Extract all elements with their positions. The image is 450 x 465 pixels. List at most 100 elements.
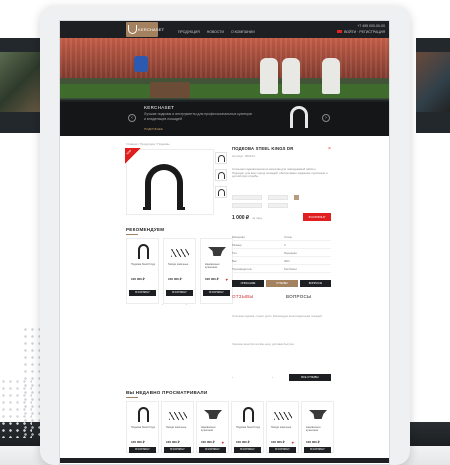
card-price: 100 000 ₽ bbox=[271, 440, 285, 444]
option-select[interactable] bbox=[268, 203, 288, 208]
recommended-title: РЕКОМЕНДУЕМ bbox=[126, 227, 164, 235]
hero-crowd-photo bbox=[60, 38, 389, 78]
product-card[interactable]: Подкова Steel Kings 100 000 ₽ bbox=[231, 401, 264, 453]
product-price: 1 000 ₽ за пару bbox=[232, 215, 263, 221]
price-note: за пару bbox=[252, 216, 263, 220]
browser-screen: KERCHASET ПРОДУКЦИЯ НОВОСТИ О КОМПАНИИ +… bbox=[59, 20, 390, 465]
site-footer bbox=[60, 458, 389, 463]
add-to-cart-button[interactable]: В КОРЗИНУ bbox=[269, 447, 296, 453]
close-icon[interactable]: × bbox=[328, 146, 331, 152]
thumbnail[interactable] bbox=[215, 169, 227, 181]
cart-badge-icon[interactable] bbox=[337, 30, 343, 33]
horseshoe-icon bbox=[218, 155, 225, 162]
header-contacts: +7 495 000-00-00 ВОЙТИ · РЕГИСТРАЦИЯ bbox=[335, 23, 385, 35]
card-price: 100 000 ₽ bbox=[131, 277, 145, 281]
hero-carriage bbox=[150, 82, 190, 98]
product-options bbox=[232, 195, 329, 211]
card-name: Наковальня кузнечная bbox=[205, 263, 220, 270]
tab-questions[interactable]: ВОПРОСЫ bbox=[300, 280, 331, 287]
tab-reviews[interactable]: ОТЗЫВЫ bbox=[266, 280, 298, 287]
background-slide-left bbox=[0, 38, 44, 133]
hero-next-arrow-icon[interactable]: › bbox=[322, 114, 330, 122]
hero-more-link[interactable]: ПОДРОБНЕЕ bbox=[144, 127, 163, 131]
spec-row: Вес 300 г bbox=[232, 257, 331, 265]
horseshoe-logo-icon bbox=[128, 25, 137, 34]
product-card[interactable]: Гвозди ковочные 100 000 ₽ bbox=[161, 401, 194, 453]
card-name: Гвозди ковочные bbox=[166, 426, 187, 429]
nails-icon bbox=[171, 249, 189, 257]
add-to-cart-button[interactable]: В КОРЗИНУ bbox=[303, 213, 331, 221]
scroll-to-top-icon[interactable]: ⌃ bbox=[328, 451, 332, 457]
breadcrumb[interactable]: Главная / Продукция / Подковы bbox=[126, 142, 170, 146]
login-link[interactable]: ВОЙТИ · РЕГИСТРАЦИЯ bbox=[344, 30, 385, 34]
nails-icon bbox=[274, 412, 292, 420]
horseshoe-icon bbox=[218, 189, 225, 196]
card-price: 100 000 ₽ bbox=[166, 440, 180, 444]
reviews-next-icon[interactable]: › bbox=[272, 375, 273, 379]
add-to-cart-button[interactable]: В КОРЗИНУ bbox=[199, 447, 226, 453]
questions-title[interactable]: ВОПРОСЫ bbox=[286, 294, 311, 299]
horseshoe-icon bbox=[143, 164, 185, 210]
reviews-prev-icon[interactable]: ‹ bbox=[232, 375, 233, 379]
thumbnail[interactable] bbox=[215, 186, 227, 198]
site-logo[interactable]: KERCHASET bbox=[126, 22, 164, 37]
hero-horse bbox=[322, 58, 340, 94]
card-price: 100 000 ₽ bbox=[131, 440, 145, 444]
card-name: Гвозди ковочные bbox=[168, 263, 189, 266]
hero-banner: KERCHASET Лучшие подковы и инструменты д… bbox=[60, 38, 389, 136]
type-select[interactable] bbox=[268, 195, 288, 200]
card-name: Гвозди ковочные bbox=[271, 426, 292, 429]
hero-hedge bbox=[60, 84, 389, 98]
add-to-cart-button[interactable]: В КОРЗИНУ bbox=[203, 290, 230, 296]
product-card[interactable]: Наковальня кузнечная 100 000 ₽ ♥ bbox=[196, 401, 229, 453]
product-thumbnails bbox=[214, 149, 228, 215]
carousel-prev-icon[interactable]: ‹ bbox=[162, 302, 163, 306]
color-swatch[interactable] bbox=[294, 195, 299, 200]
card-name: Наковальня кузнечная bbox=[306, 426, 321, 433]
spec-row: Материал Сталь bbox=[232, 233, 331, 241]
recently-viewed-title: ВЫ НЕДАВНО ПРОСМАТРИВАЛИ bbox=[126, 390, 207, 398]
heart-icon[interactable]: ♥ bbox=[222, 440, 224, 445]
heart-icon[interactable]: ♥ bbox=[226, 277, 228, 282]
product-card[interactable]: Гвозди ковочные 100 000 ₽ ♥ bbox=[266, 401, 299, 453]
carousel-next-icon[interactable]: › bbox=[186, 302, 187, 306]
hero-rider bbox=[134, 56, 148, 72]
add-to-cart-button[interactable]: В КОРЗИНУ bbox=[129, 447, 156, 453]
product-sku: Артикул: 000123 bbox=[232, 154, 255, 158]
hero-prev-arrow-icon[interactable]: ‹ bbox=[128, 114, 136, 122]
horseshoe-icon bbox=[243, 407, 254, 422]
logo-text: KERCHASET bbox=[138, 27, 165, 32]
product-title: ПОДКОВА STEEL KINGS DR bbox=[232, 146, 294, 151]
nav-item-about[interactable]: О КОМПАНИИ bbox=[231, 30, 255, 34]
horseshoe-icon bbox=[290, 106, 308, 128]
quantity-stepper[interactable] bbox=[232, 203, 262, 208]
hero-description: Лучшие подковы и инструменты для професс… bbox=[144, 112, 252, 121]
horseshoe-icon bbox=[138, 407, 149, 422]
add-to-cart-button[interactable]: В КОРЗИНУ bbox=[164, 447, 191, 453]
horseshoe-icon bbox=[138, 244, 149, 259]
reviews-title[interactable]: ОТЗЫВЫ bbox=[232, 294, 254, 299]
nav-item-products[interactable]: ПРОДУКЦИЯ bbox=[178, 30, 200, 34]
nav-item-news[interactable]: НОВОСТИ bbox=[207, 30, 224, 34]
add-to-cart-button[interactable]: В КОРЗИНУ bbox=[166, 290, 193, 296]
add-to-cart-button[interactable]: В КОРЗИНУ bbox=[304, 447, 331, 453]
size-select[interactable] bbox=[232, 195, 262, 200]
product-card[interactable]: Наковальня кузнечная 100 000 ₽ bbox=[301, 401, 334, 453]
horseshoe-icon bbox=[218, 172, 225, 179]
hero-horse bbox=[260, 58, 278, 94]
card-price: 100 000 ₽ bbox=[205, 277, 219, 281]
product-image[interactable]: NEW bbox=[125, 148, 214, 215]
card-price: 100 000 ₽ bbox=[168, 277, 182, 281]
add-to-cart-button[interactable]: В КОРЗИНУ bbox=[234, 447, 261, 453]
anvil-icon bbox=[204, 410, 222, 419]
tab-description[interactable]: ОПИСАНИЕ bbox=[232, 280, 264, 287]
slide-photo bbox=[0, 52, 44, 112]
product-card[interactable]: Подкова Steel Kings 100 000 ₽ bbox=[126, 401, 159, 453]
nails-icon bbox=[169, 412, 187, 420]
add-to-cart-button[interactable]: В КОРЗИНУ bbox=[129, 290, 156, 296]
heart-icon[interactable]: ♥ bbox=[292, 440, 294, 445]
all-reviews-button[interactable]: ВСЕ ОТЗЫВЫ bbox=[289, 374, 331, 381]
thumbnail[interactable] bbox=[215, 152, 227, 164]
new-badge: NEW bbox=[125, 148, 141, 164]
main-nav: ПРОДУКЦИЯ НОВОСТИ О КОМПАНИИ bbox=[178, 30, 261, 34]
